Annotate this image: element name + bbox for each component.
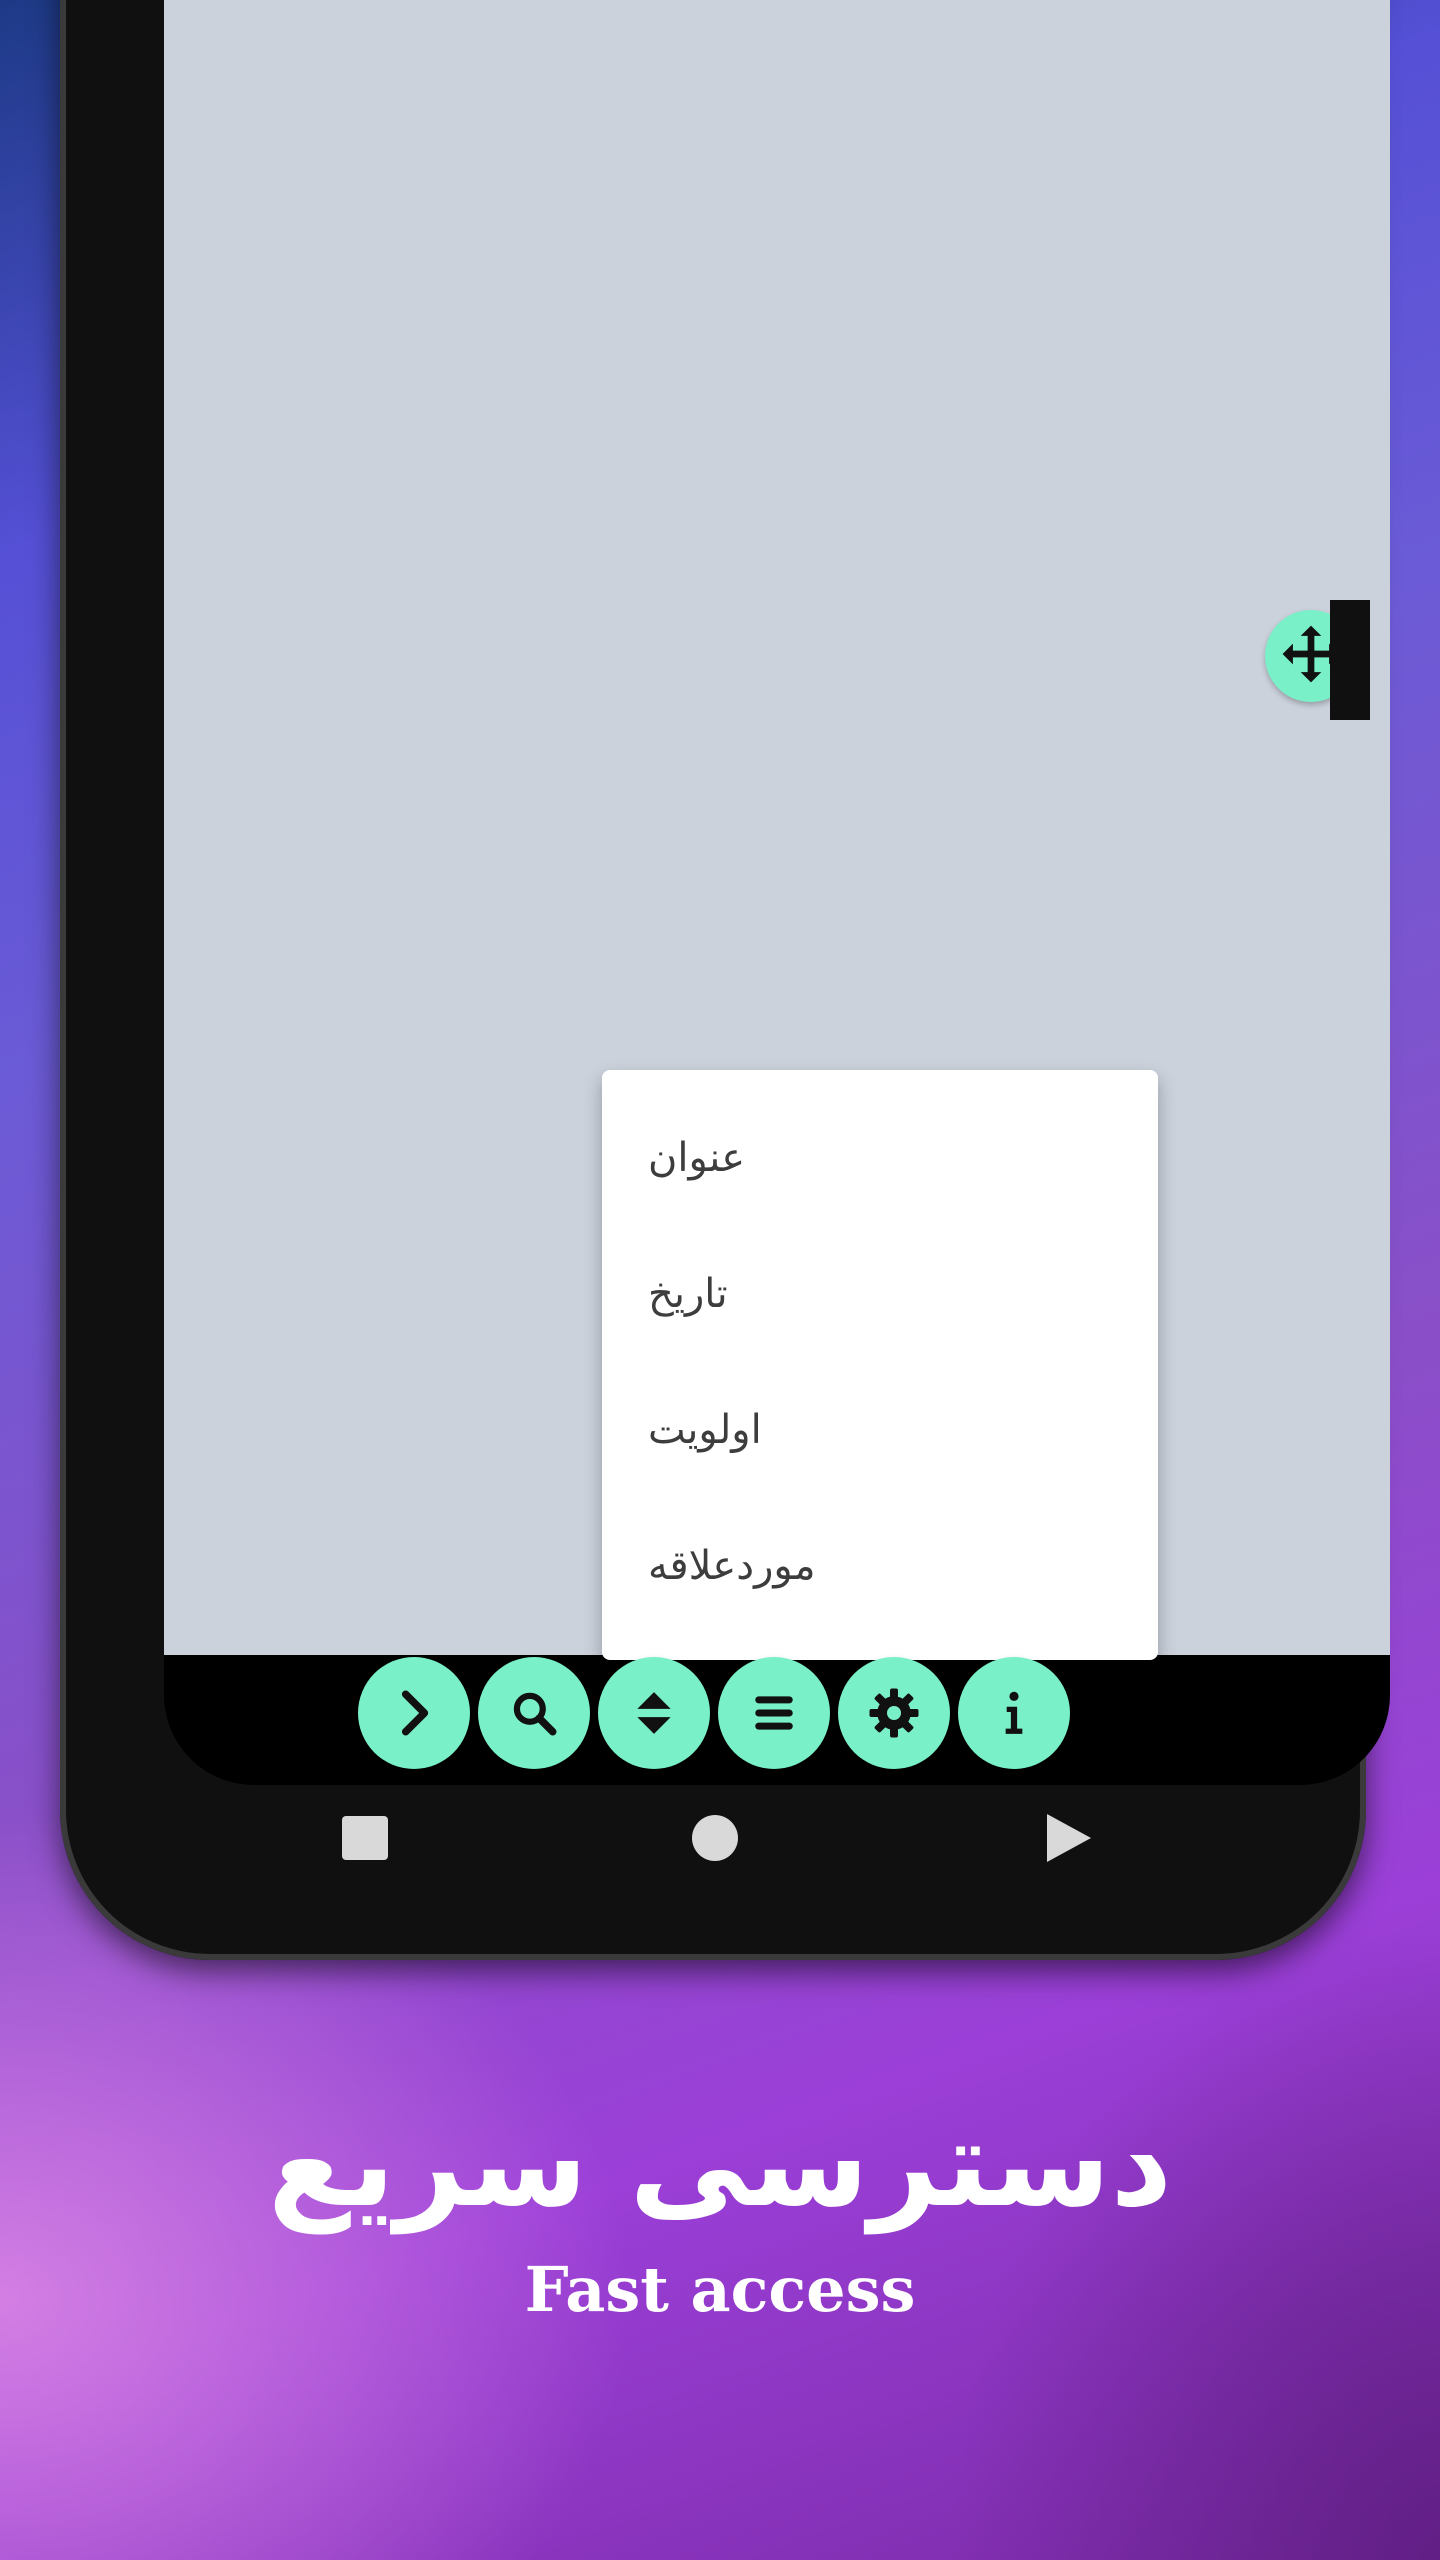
- expand-button[interactable]: [358, 1657, 470, 1769]
- gear-icon: [866, 1685, 922, 1741]
- menu-item-label: موردعلاقه: [648, 1543, 816, 1589]
- sort-menu-item-title[interactable]: عنوان: [602, 1090, 1158, 1226]
- sort-menu-item-priority[interactable]: اولویت: [602, 1362, 1158, 1498]
- info-icon: [989, 1688, 1039, 1738]
- menu-item-label: اولویت: [648, 1407, 762, 1453]
- menu-item-label: عنوان: [648, 1135, 746, 1181]
- sort-button[interactable]: [598, 1657, 710, 1769]
- menu-button[interactable]: [718, 1657, 830, 1769]
- menu-item-label: تاریخ: [648, 1271, 728, 1317]
- info-button[interactable]: [958, 1657, 1070, 1769]
- sort-menu: عنوان تاریخ اولویت موردعلاقه: [602, 1070, 1158, 1660]
- fab-toolbar: [358, 1657, 1070, 1769]
- search-button[interactable]: [478, 1657, 590, 1769]
- home-icon[interactable]: [692, 1815, 738, 1861]
- phone-edge: [1330, 600, 1370, 720]
- chevron-right-icon: [389, 1688, 439, 1738]
- caption-subtitle: Fast access: [524, 2253, 916, 2326]
- sort-menu-item-favorite[interactable]: موردعلاقه: [602, 1498, 1158, 1634]
- sort-icon: [629, 1688, 679, 1738]
- menu-icon: [749, 1688, 799, 1738]
- caption-title: دسترسی سریع: [267, 2095, 1173, 2234]
- settings-button[interactable]: [838, 1657, 950, 1769]
- back-icon[interactable]: [1047, 1814, 1091, 1862]
- sort-menu-item-date[interactable]: تاریخ: [602, 1226, 1158, 1362]
- recent-apps-icon[interactable]: [342, 1816, 388, 1860]
- search-icon: [509, 1688, 559, 1738]
